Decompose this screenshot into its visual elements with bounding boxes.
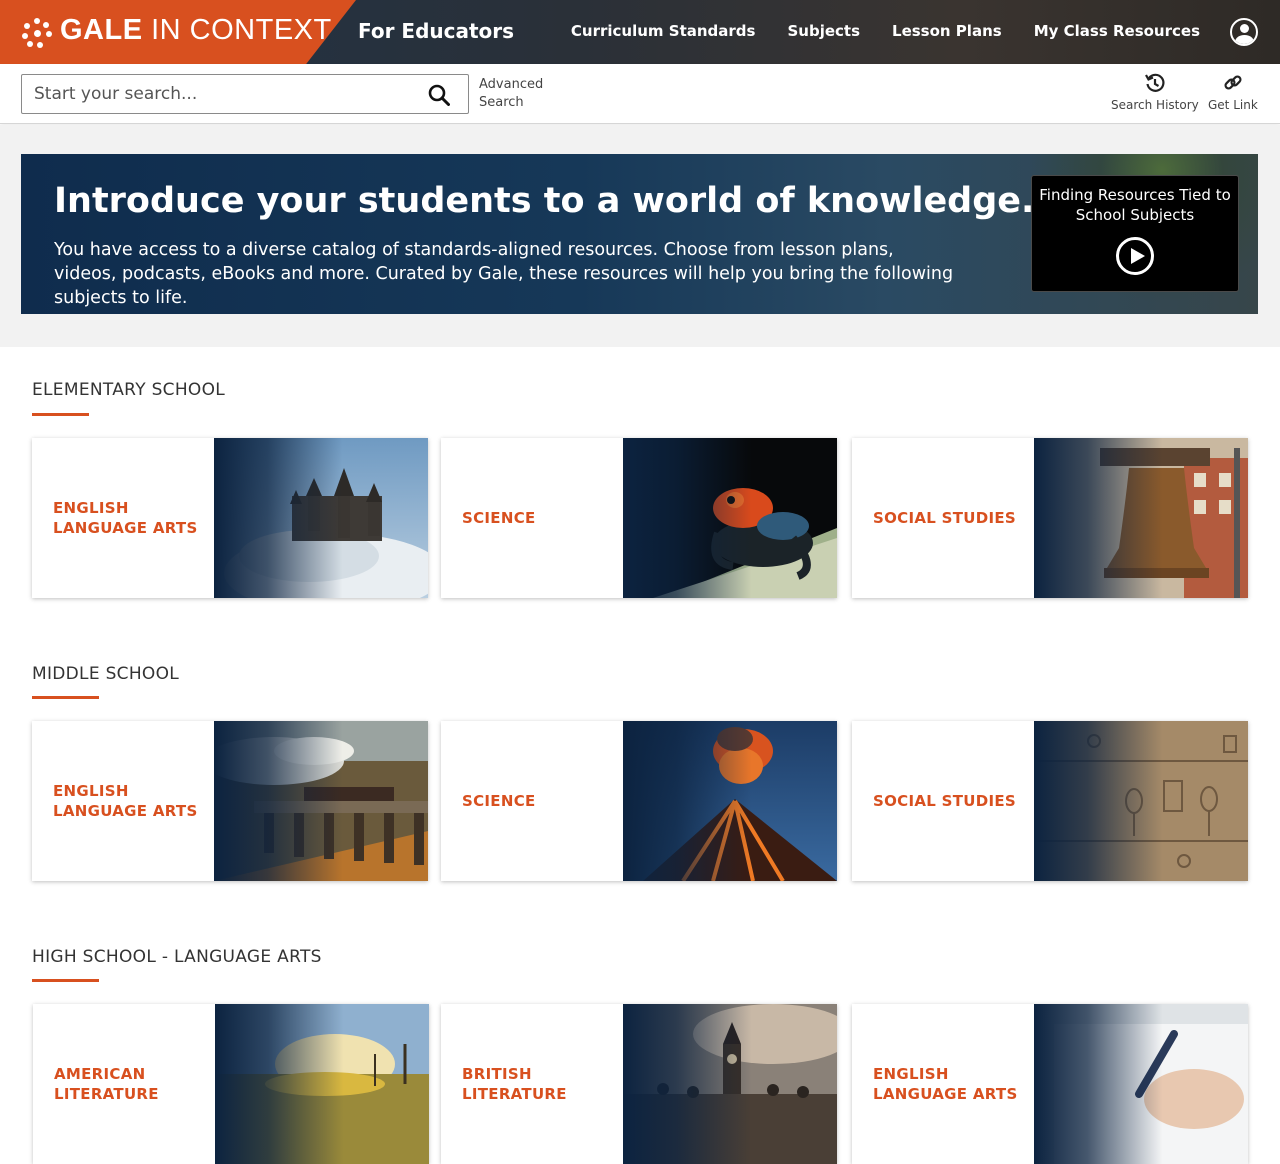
subject-card-american-literature[interactable]: AMERICAN LITERATURE	[33, 1004, 429, 1164]
subject-card-british-literature[interactable]: BRITISH LITERATURE	[441, 1004, 837, 1164]
subject-card-elementary-science[interactable]: SCIENCE	[441, 438, 837, 598]
liberty-bell-image	[1034, 438, 1248, 598]
link-icon	[1224, 75, 1242, 90]
play-circle-icon[interactable]	[1116, 237, 1154, 275]
nav-curriculum-standards[interactable]: Curriculum Standards	[571, 22, 756, 40]
big-ben-image	[623, 1004, 837, 1164]
card-label: AMERICAN LITERATURE	[54, 1065, 159, 1103]
site-subtitle: For Educators	[358, 19, 515, 43]
video-title: Finding Resources Tied to School Subject…	[1039, 186, 1231, 224]
advanced-search-link[interactable]: Advanced Search	[479, 76, 543, 112]
search-input[interactable]	[22, 75, 422, 113]
countryside-image	[215, 1004, 429, 1164]
hero-title: Introduce your students to a world of kn…	[54, 181, 1035, 221]
search-icon[interactable]	[428, 84, 450, 106]
main-nav: Curriculum Standards Subjects Lesson Pla…	[571, 22, 1200, 40]
advanced-search-label-line2: Search	[479, 95, 524, 110]
hero-description: You have access to a diverse catalog of …	[54, 240, 954, 308]
card-label: SCIENCE	[462, 509, 536, 527]
section-title-high-school: HIGH SCHOOL - LANGUAGE ARTS	[32, 947, 322, 967]
section-underline	[32, 696, 99, 699]
section-title-middle: MIDDLE SCHOOL	[32, 664, 180, 684]
card-label: SOCIAL STUDIES	[873, 792, 1017, 810]
subject-card-elementary-ela[interactable]: ENGLISH LANGUAGE ARTS	[32, 438, 428, 598]
hieroglyphs-image	[1034, 721, 1248, 881]
card-label: SCIENCE	[462, 792, 536, 810]
card-label: SOCIAL STUDIES	[873, 509, 1017, 527]
subject-card-middle-social-studies[interactable]: SOCIAL STUDIES	[852, 721, 1248, 881]
get-link-button[interactable]: Get Link	[1208, 72, 1258, 112]
hero-section: Introduce your students to a world of kn…	[0, 125, 1280, 347]
hero-banner: Introduce your students to a world of kn…	[21, 154, 1258, 314]
nav-subjects[interactable]: Subjects	[787, 22, 860, 40]
gale-logo-icon[interactable]	[22, 18, 52, 48]
brand-title-light: IN CONTEXT	[142, 14, 332, 46]
history-icon	[1144, 73, 1165, 92]
volcano-image	[623, 721, 837, 881]
subject-card-high-school-ela[interactable]: ENGLISH LANGUAGE ARTS	[852, 1004, 1248, 1164]
user-account-icon[interactable]	[1230, 18, 1258, 46]
nav-lesson-plans[interactable]: Lesson Plans	[892, 22, 1002, 40]
card-label: ENGLISH LANGUAGE ARTS	[873, 1065, 1018, 1103]
steam-train-image	[214, 721, 428, 881]
subject-card-elementary-social-studies[interactable]: SOCIAL STUDIES	[852, 438, 1248, 598]
search-history-label: Search History	[1111, 98, 1199, 112]
nav-my-class-resources[interactable]: My Class Resources	[1034, 22, 1200, 40]
card-label: BRITISH LITERATURE	[462, 1065, 567, 1103]
writing-image	[1034, 1004, 1248, 1164]
section-underline	[32, 413, 89, 416]
intro-video-button[interactable]: Finding Resources Tied to School Subject…	[1031, 175, 1239, 292]
card-label: ENGLISH LANGUAGE ARTS	[53, 499, 198, 537]
brand-title-bold: GALE	[60, 14, 143, 46]
top-navigation-bar: GALE IN CONTEXT For Educators Curriculum…	[0, 0, 1280, 64]
get-link-label: Get Link	[1208, 98, 1258, 112]
subject-card-middle-science[interactable]: SCIENCE	[441, 721, 837, 881]
section-title-elementary: ELEMENTARY SCHOOL	[32, 380, 226, 400]
frog-image	[623, 438, 837, 598]
section-underline	[32, 979, 99, 982]
search-toolbar: Advanced Search Search History Get Link	[0, 64, 1280, 124]
card-label: ENGLISH LANGUAGE ARTS	[53, 782, 198, 820]
advanced-search-label-line1: Advanced	[479, 77, 544, 92]
castle-image	[214, 438, 428, 598]
subject-card-middle-ela[interactable]: ENGLISH LANGUAGE ARTS	[32, 721, 428, 881]
brand-title[interactable]: GALE IN CONTEXT	[60, 14, 332, 47]
search-box	[21, 74, 469, 114]
search-history-button[interactable]: Search History	[1111, 72, 1199, 112]
